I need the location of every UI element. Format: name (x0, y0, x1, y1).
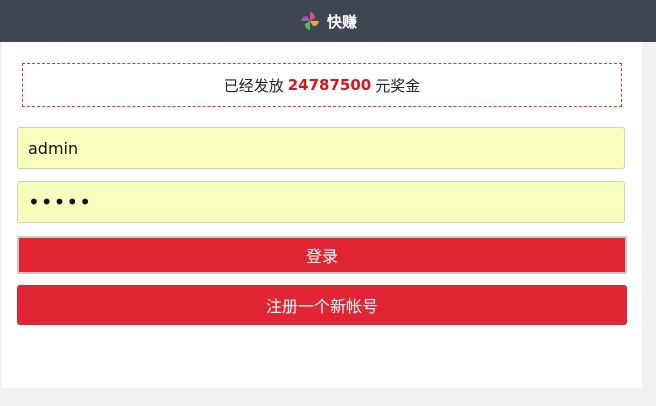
main-panel: 已经发放 24787500 元奖金 登录 注册一个新帐号 (2, 42, 642, 388)
pinwheel-logo-icon (300, 12, 319, 30)
app-title: 快赚 (326, 12, 357, 31)
password-input[interactable] (17, 181, 625, 223)
register-button[interactable]: 注册一个新帐号 (17, 285, 627, 325)
bonus-notice: 已经发放 24787500 元奖金 (22, 63, 622, 107)
brand[interactable]: 快赚 (299, 10, 357, 32)
notice-suffix: 元奖金 (375, 76, 421, 95)
username-input[interactable] (17, 127, 625, 169)
login-button[interactable]: 登录 (17, 236, 627, 274)
bonus-amount: 24787500 (287, 76, 372, 94)
top-bar: 快赚 (0, 0, 656, 42)
notice-prefix: 已经发放 (223, 76, 284, 95)
